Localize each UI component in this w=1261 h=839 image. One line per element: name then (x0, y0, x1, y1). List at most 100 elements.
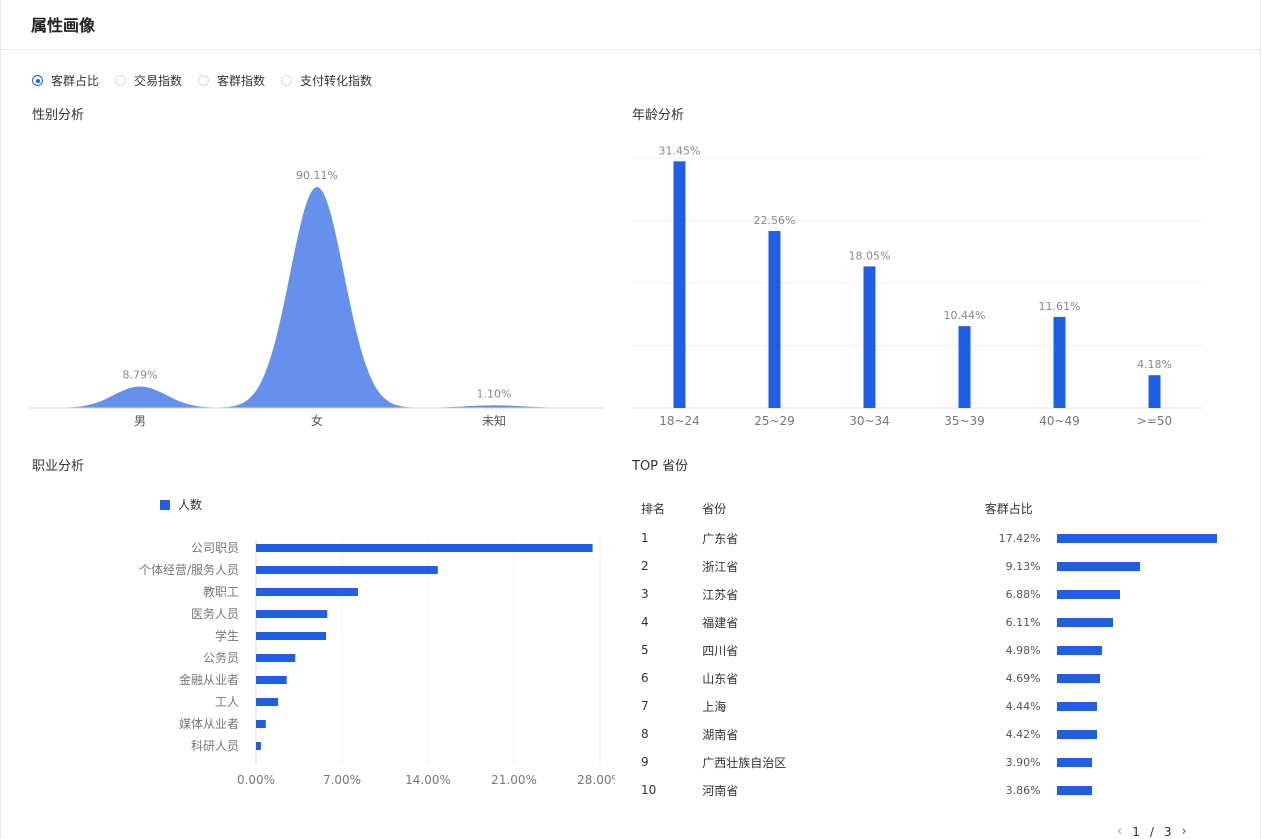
next-page-icon[interactable]: › (1182, 824, 1187, 839)
rank-cell: 8 (641, 727, 649, 741)
age-bar (673, 161, 686, 408)
province-row: 3 江苏省 6.88% (632, 580, 1212, 608)
page-title: 属性画像 (31, 16, 96, 35)
page-separator: / (1149, 824, 1154, 839)
radio-unchecked-icon (115, 75, 127, 86)
gender-category-label: 男 (134, 414, 146, 428)
province-name-cell: 湖南省 (702, 727, 739, 742)
radio-label: 客群占比 (51, 74, 100, 88)
province-row: 10 河南省 3.86% (632, 776, 1212, 804)
ratio-cell: 6.88% (1005, 587, 1041, 601)
ratio-bar-track (1056, 533, 1217, 543)
rank-cell: 9 (641, 755, 649, 769)
gender-area-chart: 8.79% 男 90.11% 女 1.10% 未知 (30, 169, 605, 428)
province-table: 排名 省份 客群占比 1 广东省 17.42% 2 浙江省 9.13% 3 江苏省 6.88% 4… (632, 492, 1217, 804)
metric-radio-group: 客群占比 交易指数 客群指数 支付转化指数 (32, 72, 388, 89)
ratio-bar (1056, 533, 1217, 543)
gender-value-label: 8.79% (123, 368, 158, 381)
rank-header: 排名 (641, 501, 666, 516)
radio-payment-conversion-index[interactable]: 支付转化指数 (281, 72, 372, 89)
occupation-category-label: 学生 (215, 628, 239, 643)
ratio-bar (1056, 757, 1093, 767)
radio-customer-index[interactable]: 客群指数 (198, 72, 265, 89)
province-name-cell: 河南省 (702, 783, 739, 798)
age-category-label: >=50 (1137, 414, 1172, 428)
province-name-cell: 江苏省 (702, 587, 739, 602)
occupation-category-label: 教职工 (203, 584, 239, 599)
radio-unchecked-icon (198, 75, 210, 86)
occupation-category-label: 医务人员 (191, 606, 239, 621)
province-row: 2 浙江省 9.13% (632, 552, 1212, 580)
age-value-label: 10.44% (944, 309, 986, 322)
occupation-bar (256, 544, 593, 552)
radio-customer-ratio[interactable]: 客群占比 (32, 72, 99, 89)
province-row: 9 广西壮族自治区 3.90% (632, 748, 1212, 776)
province-row: 5 四川省 4.98% (632, 636, 1212, 664)
occupation-x-tick-label: 21.00% (491, 773, 537, 785)
ratio-cell: 9.13% (1005, 559, 1041, 573)
province-header: 省份 (702, 501, 727, 516)
age-section-title: 年龄分析 (632, 108, 685, 123)
age-bar-chart: 31.45% 18~24 22.56% 25~29 18.05% 30~34 10.44% 3… (632, 144, 1202, 428)
ratio-bar-track (1056, 617, 1212, 627)
occupation-category-label: 媒体从业者 (179, 717, 239, 731)
age-category-label: 35~39 (944, 414, 985, 428)
occupation-category-label: 科研人员 (191, 739, 239, 753)
occupation-bar (256, 742, 261, 750)
radio-label: 支付转化指数 (300, 74, 373, 88)
ratio-bar-track (1056, 757, 1212, 767)
prev-page-icon[interactable]: ‹ (1117, 824, 1122, 839)
occupation-bar (256, 566, 438, 574)
ratio-bar (1056, 785, 1093, 795)
gender-category-label: 女 (311, 413, 323, 428)
ratio-cell: 4.69% (1005, 671, 1041, 685)
ratio-header: 客群占比 (984, 501, 1033, 516)
page-header (0, 0, 1261, 50)
age-category-label: 18~24 (659, 414, 700, 428)
province-row: 1 广东省 17.42% (632, 524, 1217, 552)
ratio-bar-track (1056, 673, 1212, 683)
occupation-bar (256, 654, 296, 662)
province-row: 4 福建省 6.11% (632, 608, 1212, 636)
gender-value-label: 1.10% (477, 387, 512, 400)
province-row: 7 上海 4.44% (632, 692, 1212, 720)
gender-area-series (30, 187, 605, 408)
age-category-label: 25~29 (754, 414, 795, 428)
province-table-header: 排名 省份 客群占比 (632, 492, 1212, 524)
province-name-cell: 浙江省 (702, 559, 739, 574)
ratio-bar (1056, 729, 1098, 739)
ratio-cell: 4.98% (1005, 643, 1041, 657)
occupation-bar (256, 632, 327, 640)
age-value-label: 11.61% (1039, 300, 1081, 313)
age-value-label: 18.05% (849, 249, 891, 262)
rank-cell: 6 (641, 671, 649, 685)
ratio-bar-track (1056, 785, 1212, 795)
bar-header-spacer (1057, 504, 1212, 513)
radio-trade-index[interactable]: 交易指数 (115, 72, 182, 89)
province-name-cell: 广东省 (702, 531, 739, 546)
ratio-bar-track (1056, 729, 1212, 739)
rank-cell: 2 (641, 559, 649, 573)
occupation-category-label: 工人 (215, 695, 239, 709)
province-row: 6 山东省 4.69% (632, 664, 1212, 692)
ratio-bar-track (1056, 645, 1212, 655)
age-value-label: 22.56% (754, 214, 796, 227)
ratio-bar (1056, 645, 1103, 655)
occupation-bar-chart: 人数 0.00% 7.00% 14.00% 21.00% 28.00% 公司职员个体经营/服… (139, 497, 615, 785)
rank-cell: 4 (641, 615, 649, 629)
age-bar (958, 326, 971, 408)
ratio-bar (1056, 617, 1113, 627)
legend-label: 人数 (178, 497, 202, 512)
rank-cell: 1 (641, 531, 649, 545)
occupation-bar (256, 610, 328, 618)
age-category-label: 40~49 (1039, 414, 1080, 428)
ratio-bar-track (1056, 561, 1212, 571)
age-bar (863, 266, 876, 408)
age-bar (768, 231, 781, 408)
radio-label: 交易指数 (134, 74, 183, 88)
ratio-bar-track (1056, 701, 1212, 711)
gender-section-title: 性别分析 (32, 108, 85, 123)
occupation-bar (256, 588, 358, 596)
ratio-bar (1056, 701, 1098, 711)
gender-category-label: 未知 (482, 414, 506, 428)
